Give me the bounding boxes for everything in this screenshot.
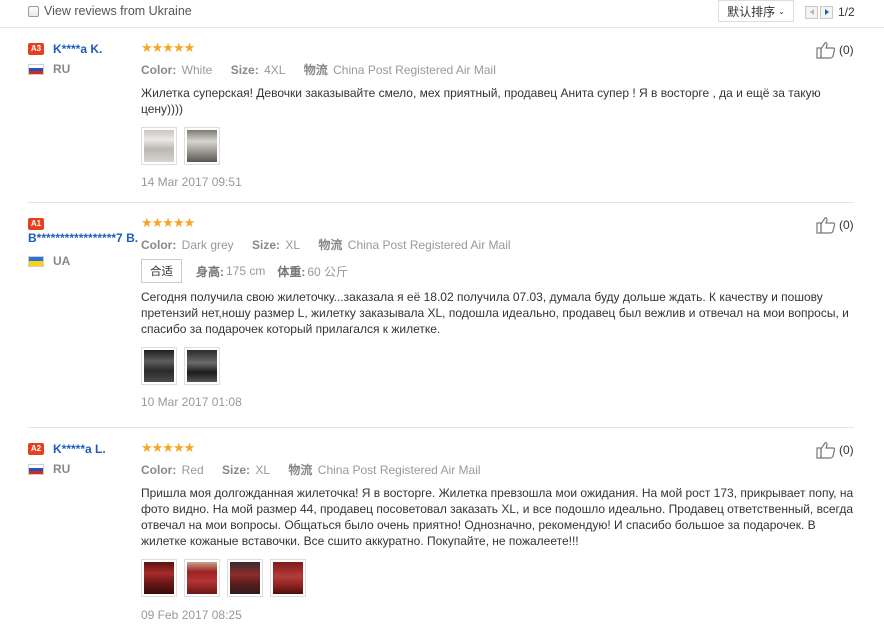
helpful-button[interactable]: (0) bbox=[816, 216, 854, 234]
size-value: 4XL bbox=[264, 63, 286, 77]
color-value: Red bbox=[181, 463, 204, 477]
review-photo-thumbnail[interactable] bbox=[141, 347, 177, 385]
review-photo-thumbnail[interactable] bbox=[141, 127, 177, 165]
reviewer-info: A1 B*****************7 B. UA bbox=[28, 217, 140, 268]
star-rating: ★★★★★ bbox=[141, 215, 195, 230]
order-info: Color: Dark grey Size: XL 物流 China Post … bbox=[141, 236, 854, 253]
weight-label: 体重: bbox=[277, 264, 306, 279]
color-value: White bbox=[181, 63, 213, 77]
review-date: 14 Mar 2017 09:51 bbox=[141, 175, 242, 189]
review-photos bbox=[141, 127, 854, 165]
review-divider bbox=[28, 202, 854, 203]
review-content: ★★★★★ Color: Dark grey Size: XL 物流 China… bbox=[141, 216, 854, 409]
ukraine-filter-label[interactable]: View reviews from Ukraine bbox=[44, 4, 192, 18]
reviewer-info: A2 K*****a L. RU bbox=[28, 442, 140, 476]
reviewer-info: A3 K****a K. RU bbox=[28, 42, 140, 76]
color-value: Dark grey bbox=[181, 238, 234, 252]
size-value: XL bbox=[285, 238, 301, 252]
reviewer-name[interactable]: K****a K. bbox=[53, 42, 102, 56]
review-text: Пришла моя долгожданная жилеточка! Я в в… bbox=[141, 486, 854, 548]
buyer-level-badge: A2 bbox=[28, 443, 44, 455]
ukraine-filter[interactable]: View reviews from Ukraine bbox=[28, 4, 192, 18]
helpful-count: (0) bbox=[839, 443, 854, 457]
logistics-label: 物流 bbox=[288, 463, 313, 477]
helpful-button[interactable]: (0) bbox=[816, 41, 854, 59]
review-date: 10 Mar 2017 01:08 bbox=[141, 395, 242, 409]
review-text: Сегодня получила свою жилеточку...заказа… bbox=[141, 290, 849, 336]
review-toolbar: View reviews from Ukraine 默认排序 ⌄ 1/2 bbox=[0, 0, 884, 28]
country-code: RU bbox=[53, 62, 71, 76]
review-photo-thumbnail[interactable] bbox=[184, 347, 220, 385]
helpful-count: (0) bbox=[839, 218, 854, 232]
review-photos bbox=[141, 347, 854, 385]
color-label: Color: bbox=[141, 463, 177, 477]
thumbs-up-icon[interactable] bbox=[816, 216, 836, 234]
country-code: UA bbox=[53, 254, 71, 268]
buyer-level-badge: A1 bbox=[28, 218, 44, 230]
review-photo-thumbnail[interactable] bbox=[184, 559, 220, 597]
order-info: Color: White Size: 4XL 物流 China Post Reg… bbox=[141, 61, 854, 78]
review-photo-thumbnail[interactable] bbox=[270, 559, 306, 597]
review-photo-thumbnail[interactable] bbox=[141, 559, 177, 597]
color-label: Color: bbox=[141, 238, 177, 252]
body-info: 合适 身高: 175 cm 体重: 60 公斤 bbox=[141, 259, 854, 283]
thumbs-up-icon[interactable] bbox=[816, 441, 836, 459]
logistics-value: China Post Registered Air Mail bbox=[317, 463, 481, 477]
arrow-left-icon bbox=[809, 9, 814, 15]
weight-value: 60 公斤 bbox=[307, 264, 349, 279]
reviewer-name[interactable]: K*****a L. bbox=[53, 442, 106, 456]
helpful-count: (0) bbox=[839, 43, 854, 57]
page-indicator: 1/2 bbox=[838, 5, 855, 19]
color-label: Color: bbox=[141, 63, 177, 77]
sort-label[interactable]: 默认排序 bbox=[727, 3, 775, 20]
size-label: Size: bbox=[252, 238, 281, 252]
order-info: Color: Red Size: XL 物流 China Post Regist… bbox=[141, 461, 854, 478]
ukraine-filter-checkbox[interactable] bbox=[28, 5, 39, 17]
reviewer-country: RU bbox=[28, 462, 140, 476]
size-value: XL bbox=[255, 463, 271, 477]
star-rating: ★★★★★ bbox=[141, 40, 195, 55]
logistics-value: China Post Registered Air Mail bbox=[347, 238, 511, 252]
russia-flag-icon bbox=[28, 463, 44, 475]
thumbs-up-icon[interactable] bbox=[816, 41, 836, 59]
buyer-level-badge: A3 bbox=[28, 43, 44, 55]
review-photos bbox=[141, 559, 854, 597]
chevron-down-icon[interactable]: ⌄ bbox=[778, 7, 785, 16]
reviewer-country: UA bbox=[28, 254, 140, 268]
review-divider bbox=[28, 427, 854, 428]
russia-flag-icon bbox=[28, 63, 44, 75]
review-date: 09 Feb 2017 08:25 bbox=[141, 608, 242, 622]
country-code: RU bbox=[53, 462, 71, 476]
logistics-label: 物流 bbox=[318, 238, 343, 252]
ukraine-flag-icon bbox=[28, 255, 44, 267]
review-photo-thumbnail[interactable] bbox=[184, 127, 220, 165]
review-content: ★★★★★ Color: Red Size: XL 物流 China Post … bbox=[141, 441, 854, 622]
size-label: Size: bbox=[222, 463, 251, 477]
logistics-label: 物流 bbox=[303, 63, 328, 77]
review-text: Жилетка суперская! Девочки заказывайте с… bbox=[141, 86, 821, 116]
review-photo-thumbnail[interactable] bbox=[227, 559, 263, 597]
helpful-button[interactable]: (0) bbox=[816, 441, 854, 459]
star-rating: ★★★★★ bbox=[141, 440, 195, 455]
arrow-right-icon bbox=[824, 9, 829, 15]
prev-page-button[interactable] bbox=[805, 5, 818, 19]
fit-tag: 合适 bbox=[141, 259, 182, 283]
pagination: 1/2 bbox=[805, 5, 855, 19]
reviewer-country: RU bbox=[28, 62, 140, 76]
height-label: 身高: bbox=[196, 264, 224, 279]
logistics-value: China Post Registered Air Mail bbox=[333, 63, 496, 77]
height-value: 175 cm bbox=[226, 264, 266, 278]
size-label: Size: bbox=[230, 63, 259, 77]
review-content: ★★★★★ Color: White Size: 4XL 物流 China Po… bbox=[141, 41, 854, 189]
next-page-button[interactable] bbox=[820, 5, 833, 19]
sort-dropdown[interactable]: 默认排序 ⌄ bbox=[718, 0, 794, 22]
